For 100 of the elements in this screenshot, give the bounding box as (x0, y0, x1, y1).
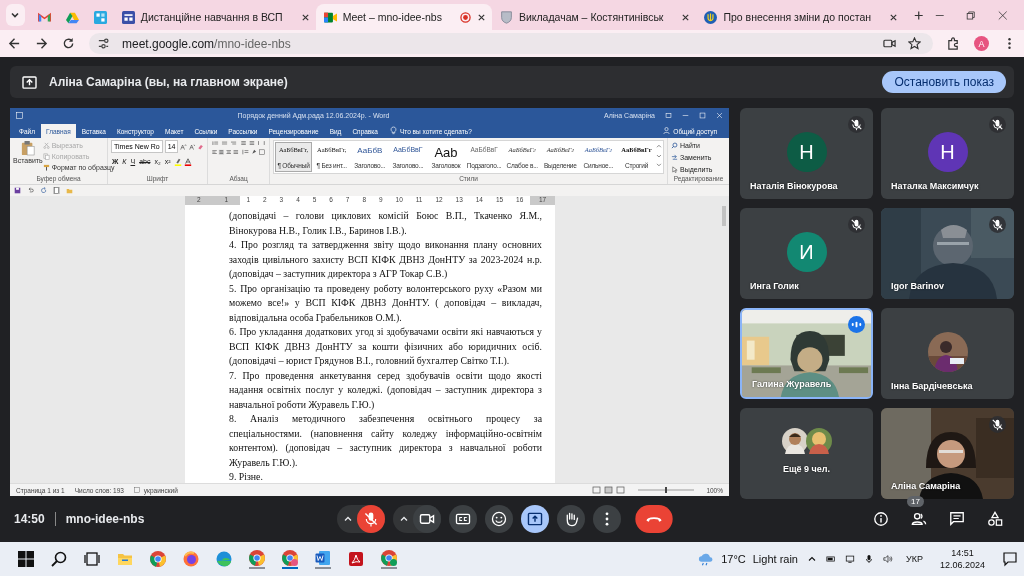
browser-tab[interactable]: Про внесення зміни до постан (696, 4, 905, 30)
participant-name: Инга Голик (750, 281, 799, 291)
participant-name: Igor Barinov (891, 281, 944, 291)
save-icon[interactable] (14, 187, 21, 194)
emoji-button[interactable] (485, 505, 514, 533)
end-call-button[interactable] (635, 505, 674, 533)
close-icon[interactable] (997, 9, 1007, 21)
firefox-icon[interactable] (183, 551, 199, 567)
meeting-code: mno-idee-nbs (65, 512, 145, 526)
document-paragraph: 5. Про організацію та проведену роботу волонтерського руху «Разом ми можемо все!» у ВСП КІФК ДВНЗ ДонНТУ. ( доповідач – викладач, відповідальна особа Грабельников О.М.). (229, 281, 542, 325)
camera-button[interactable] (413, 505, 442, 533)
captions-button[interactable] (449, 505, 478, 533)
person-icon (663, 126, 671, 135)
word-icon[interactable] (315, 549, 331, 569)
tab-close-button[interactable] (681, 12, 691, 22)
maximize-icon[interactable] (699, 111, 706, 119)
undo-icon[interactable] (27, 187, 34, 194)
slider-thumb[interactable] (665, 487, 668, 493)
microphone-icon[interactable] (864, 554, 874, 564)
star-icon[interactable] (908, 37, 921, 50)
participant-name: Галина Журавель (752, 379, 832, 389)
reload-icon[interactable] (62, 37, 75, 50)
weather-condition[interactable]: Light rain (752, 553, 798, 565)
font-shrink-icon[interactable] (188, 142, 196, 151)
chevron-up-icon[interactable] (807, 554, 817, 564)
chrome-icon[interactable] (381, 549, 397, 569)
scissors-icon (42, 141, 50, 149)
people-icon[interactable] (911, 511, 927, 527)
tab-close-button[interactable] (889, 12, 899, 22)
monitor-icon[interactable] (845, 554, 855, 564)
activities-icon[interactable] (987, 511, 1003, 527)
weather-temperature[interactable]: 17°C (721, 553, 746, 565)
camera-icon[interactable] (883, 37, 896, 50)
profile-avatar[interactable]: A (974, 36, 989, 51)
windows-start-icon[interactable] (18, 551, 34, 567)
envelope-icon (38, 10, 52, 24)
present-button[interactable] (521, 505, 550, 533)
microphone-button[interactable] (357, 505, 386, 533)
chrome-icon[interactable] (282, 549, 298, 569)
shield-icon (499, 10, 513, 24)
clock-date[interactable]: 12.06.2024 (939, 560, 985, 570)
participant-count: 17 (907, 496, 924, 507)
font-color-icon[interactable] (183, 157, 192, 166)
caret-icon[interactable] (399, 514, 410, 524)
tab-close-button[interactable] (300, 12, 310, 22)
search-icon[interactable] (51, 551, 67, 567)
ribbon-display-icon[interactable] (665, 111, 672, 119)
chat-icon[interactable] (949, 511, 965, 527)
notification-icon[interactable] (1002, 551, 1018, 567)
font-grow-icon[interactable] (180, 142, 187, 151)
pdf-icon[interactable] (348, 551, 364, 567)
site-settings-icon[interactable] (97, 37, 110, 50)
address-field[interactable]: meet.google.com/mno-idee-nbs (89, 33, 933, 54)
tab-close-button[interactable] (476, 12, 486, 22)
scrollbar-icon[interactable] (721, 206, 727, 226)
avatar: Н (927, 132, 968, 172)
raise-hand-button[interactable] (557, 505, 586, 533)
zoom-slider[interactable] (636, 486, 697, 494)
info-icon[interactable] (873, 511, 889, 527)
meeting-time: 14:50 (14, 512, 45, 526)
edge-icon[interactable] (216, 551, 232, 567)
forward-icon[interactable] (35, 37, 48, 50)
avatar: И (786, 232, 827, 272)
restore-icon[interactable] (966, 9, 976, 21)
chrome-icon[interactable] (150, 551, 166, 567)
redo-icon[interactable] (40, 187, 47, 194)
extensions-icon[interactable] (947, 37, 960, 50)
battery-icon[interactable] (826, 554, 836, 564)
speaking-icon (848, 316, 865, 333)
speaker-icon[interactable] (883, 554, 893, 564)
task-view-icon[interactable] (84, 551, 100, 567)
search-icon (671, 141, 678, 149)
trident-icon (704, 10, 718, 24)
present-screen-icon (22, 75, 37, 89)
browser-tab[interactable]: Викладачам – Костянтинівськ (491, 4, 697, 30)
participant-name: Інна Бардічевська (891, 381, 973, 391)
browser-tab[interactable]: Дистанційне навчання в ВСП (113, 4, 316, 30)
chrome-icon[interactable] (249, 549, 265, 569)
avatar: Н (786, 132, 827, 172)
document-paragraph: 7. Про проведення анкетування серед здобувачів освіти щодо якості надання освітніх послуг у коледжі. (доповідач – заступник директора з навчальної роботи Журавель Г.Ю.) (229, 368, 542, 412)
document-paragraph: 6. Про укладання додаткових угод зі здобувачами освіти які навчаються у ВСП КІФК ДВНЗ ДонНТУ за кошти фізичних або юридичних осіб. (доповідачі – юрист Грядунов В.І., головний бухгалтер Світко Т.І.). (229, 325, 542, 368)
document-paragraph: 4. Про розгляд та затвердження звіту щодо виконання плану основних заходів цивільного захисту ВСП КІФК ДВНЗ ДонНТУ за 2023-2024 н.р. (доповідач – заступник директора з АГР Токар С.В.) (229, 238, 542, 281)
caret-icon[interactable] (343, 514, 354, 524)
clock-time[interactable]: 14:51 (951, 548, 974, 558)
tab-search-button[interactable] (6, 4, 25, 26)
back-icon[interactable] (8, 37, 21, 50)
eraser-icon[interactable] (197, 142, 204, 151)
more-options-button[interactable] (593, 505, 622, 533)
new-tab-button[interactable] (914, 9, 924, 21)
grid-icon (93, 10, 107, 24)
browser-tab[interactable]: Meet – mno-idee-nbs (315, 4, 492, 30)
document-paragraph: 8. Аналіз методичного забезпечення освітнього процесу за спеціальностями. (наповнення сайту коледжу інформаційно-освітнім контентом). (доповідач – заступник директора з навчальної роботи Журавель Г.Ю.). (229, 412, 542, 470)
participant-name: Наталія Вінокурова (750, 181, 838, 191)
page-icon[interactable] (53, 187, 60, 194)
stop-presenting-button[interactable]: Остановить показ (882, 71, 1006, 93)
participant-name: Наталка Максимчук (891, 181, 979, 191)
view-modes-icon[interactable] (592, 486, 627, 494)
input-language[interactable]: УКР (906, 554, 923, 564)
highlight-icon[interactable] (173, 157, 182, 166)
folder-icon[interactable] (117, 551, 133, 567)
